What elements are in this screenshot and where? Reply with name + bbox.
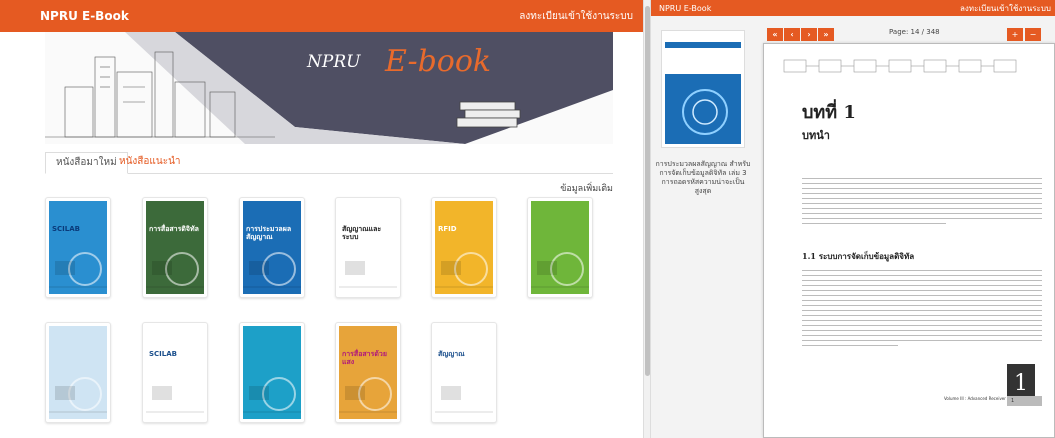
- book-card[interactable]: สัญญาณ: [431, 322, 497, 423]
- cover-art: [243, 377, 301, 413]
- book-card[interactable]: [45, 322, 111, 423]
- body-text-block: [802, 178, 1042, 228]
- register-login-link[interactable]: ลงทะเบียนเข้าใช้งานระบบ: [519, 9, 633, 24]
- book-title: สัญญาณและระบบ: [342, 225, 382, 241]
- window-scrollbar[interactable]: [643, 0, 651, 438]
- book-card[interactable]: [239, 322, 305, 423]
- publisher-badge: [339, 201, 397, 209]
- publisher-badge: [435, 201, 493, 209]
- section-text-block: [802, 270, 1042, 350]
- prev-page-button[interactable]: ‹: [784, 28, 800, 41]
- book-page: บทที่ 1 บทนำ 1.1 ระบบการจัดเก็บข้อมูลดิจ…: [763, 43, 1055, 438]
- publisher-badge: [243, 201, 301, 209]
- next-page-button[interactable]: ›: [801, 28, 817, 41]
- publisher-badge: [146, 201, 204, 209]
- book-cover[interactable]: SCILAB: [146, 326, 204, 419]
- page-indicator: Page: 14 / 348: [889, 28, 940, 36]
- book-cover[interactable]: สัญญาณ: [435, 326, 493, 419]
- page-header-diagram: [783, 59, 1017, 73]
- book-title: SCILAB: [149, 350, 177, 358]
- book-title: การประมวลผลสัญญาณ: [246, 225, 292, 241]
- cover-art: [146, 377, 204, 413]
- tab-recommended-books[interactable]: หนังสือแนะนำ: [109, 152, 191, 174]
- book-cover[interactable]: การสื่อสารดิจิทัล: [146, 201, 204, 294]
- publisher-badge: [339, 326, 397, 334]
- book-cover[interactable]: SCILAB: [49, 201, 107, 294]
- book-title: การสื่อสารด้วยแสง: [342, 350, 387, 366]
- zoom-out-icon[interactable]: −: [1025, 28, 1041, 41]
- more-info-link[interactable]: ข้อมูลเพิ่มเติม: [560, 181, 613, 195]
- brand-logo[interactable]: NPRU E-Book: [40, 9, 129, 23]
- book-card[interactable]: SCILAB: [45, 197, 111, 298]
- book-tabs: หนังสือมาใหม่ หนังสือแนะนำ: [45, 152, 613, 174]
- publisher-badge: [49, 201, 107, 209]
- last-page-button[interactable]: »: [818, 28, 834, 41]
- banner-artwork: [45, 32, 613, 144]
- book-title: การสื่อสารดิจิทัล: [149, 225, 199, 233]
- cover-art: [531, 252, 589, 288]
- book-caption: การประมวลผลสัญญาณ สำหรับการจัดเก็บข้อมูล…: [655, 160, 751, 195]
- book-cover[interactable]: [49, 326, 107, 419]
- book-title: RFID: [438, 225, 457, 233]
- scrollbar-thumb[interactable]: [645, 6, 650, 376]
- section-heading: 1.1 ระบบการจัดเก็บข้อมูลดิจิทัล: [802, 251, 915, 261]
- footer-page-number: 1: [1007, 396, 1042, 406]
- publisher-badge: [531, 201, 589, 209]
- book-cover[interactable]: RFID: [435, 201, 493, 294]
- page-controls: « ‹ › »: [767, 28, 834, 41]
- cover-art: [339, 252, 397, 288]
- book-card[interactable]: การสื่อสารด้วยแสง: [335, 322, 401, 423]
- hero-banner: NPRU E-book: [45, 32, 613, 144]
- book-card[interactable]: สัญญาณและระบบ: [335, 197, 401, 298]
- cover-art: [49, 377, 107, 413]
- reader-login-link[interactable]: ลงทะเบียนเข้าใช้งานระบบ: [960, 2, 1051, 15]
- reader-window: NPRU E-Book ลงทะเบียนเข้าใช้งานระบบ การป…: [651, 0, 1055, 438]
- book-title: SCILAB: [52, 225, 80, 233]
- banner-title-ebook: E-book: [385, 44, 492, 79]
- cover-art: [243, 252, 301, 288]
- cover-art: [435, 252, 493, 288]
- cover-art: [146, 252, 204, 288]
- reader-navbar: NPRU E-Book ลงทะเบียนเข้าใช้งานระบบ: [651, 0, 1055, 16]
- first-page-button[interactable]: «: [767, 28, 783, 41]
- cover-art: [665, 48, 741, 135]
- publisher-badge: [49, 326, 107, 334]
- zoom-in-icon[interactable]: +: [1007, 28, 1023, 41]
- reader-brand[interactable]: NPRU E-Book: [659, 4, 711, 13]
- publisher-badge: [146, 326, 204, 334]
- top-navbar: NPRU E-Book ลงทะเบียนเข้าใช้งานระบบ: [0, 0, 643, 32]
- book-cover[interactable]: [243, 326, 301, 419]
- book-cover[interactable]: [531, 201, 589, 294]
- publisher-badge: [435, 326, 493, 334]
- book-cover: [665, 34, 741, 144]
- publisher-badge: [243, 326, 301, 334]
- cover-art: [435, 377, 493, 413]
- book-card[interactable]: การสื่อสารดิจิทัล: [142, 197, 208, 298]
- book-card[interactable]: SCILAB: [142, 322, 208, 423]
- book-card[interactable]: [527, 197, 593, 298]
- library-window: NPRU E-Book ลงทะเบียนเข้าใช้งานระบบ NPRU…: [0, 0, 643, 438]
- book-card[interactable]: RFID: [431, 197, 497, 298]
- banner-title-npru: NPRU: [307, 52, 361, 72]
- book-cover[interactable]: การประมวลผลสัญญาณ: [243, 201, 301, 294]
- chapter-title: บทที่ 1: [802, 102, 856, 123]
- book-cover[interactable]: สัญญาณและระบบ: [339, 201, 397, 294]
- book-cover[interactable]: การสื่อสารด้วยแสง: [339, 326, 397, 419]
- book-title: สัญญาณ: [438, 350, 465, 358]
- chapter-subtitle: บทนำ: [802, 129, 830, 142]
- book-card[interactable]: การประมวลผลสัญญาณ: [239, 197, 305, 298]
- cover-art: [49, 252, 107, 288]
- book-thumbnail: [661, 30, 745, 148]
- cover-art: [339, 377, 397, 413]
